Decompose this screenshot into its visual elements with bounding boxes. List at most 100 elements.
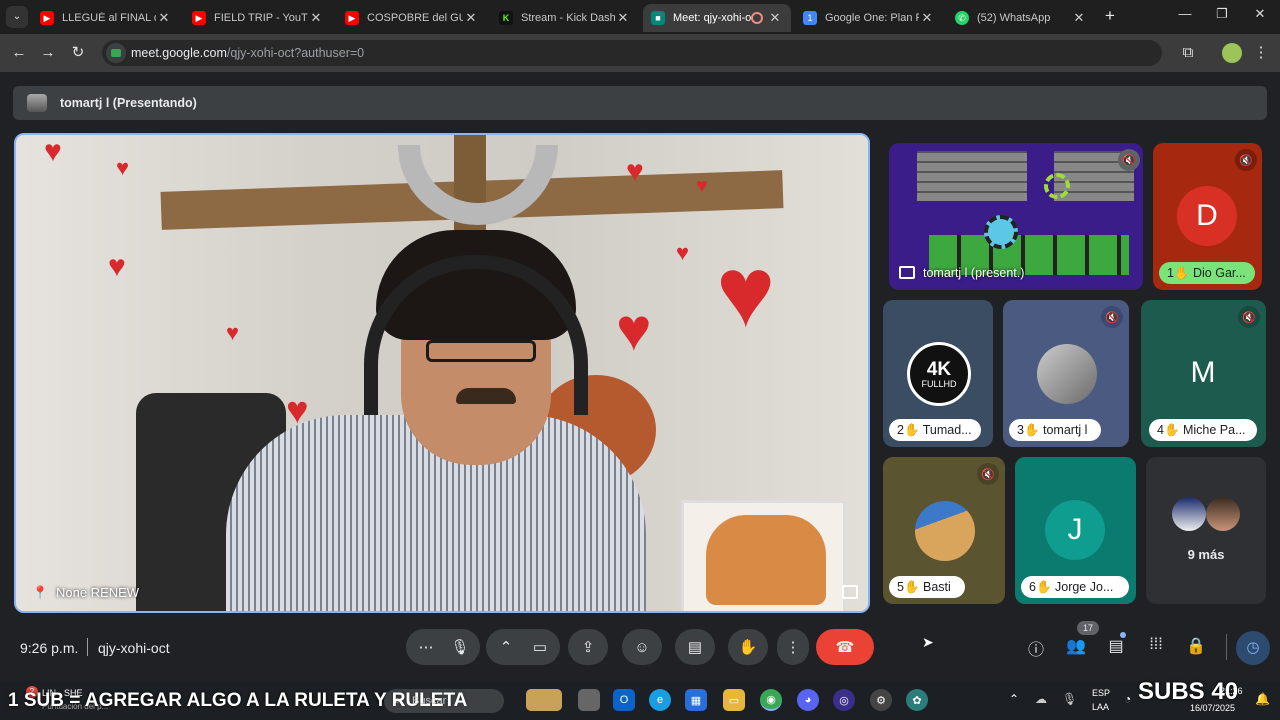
new-tab-button[interactable]: + (1100, 6, 1120, 26)
close-icon[interactable]: ✕ (615, 10, 631, 26)
raise-hand-button[interactable]: ✋ (728, 629, 768, 665)
maximize-button[interactable]: ❐ (1207, 6, 1237, 28)
timer-icon[interactable]: ◷ (1236, 631, 1270, 665)
tray-app-icon[interactable]: ☁ (1035, 692, 1047, 706)
heart-decoration: ♥ (286, 390, 309, 432)
meeting-info-icon[interactable]: ⓘ (1023, 636, 1049, 660)
participant-name: 1✋ Dio Gar... (1159, 262, 1255, 284)
chat-icon[interactable]: ▤ (1103, 636, 1129, 660)
participant-name: 5✋ Basti (889, 576, 965, 598)
captions-button[interactable]: ▤ (675, 629, 715, 665)
window-close-button[interactable]: ✕ (1245, 6, 1275, 28)
app-icon[interactable]: ⚙ (870, 689, 892, 711)
main-participant-name: None RENEW (56, 585, 140, 600)
participant-tile-jorge[interactable]: J 6✋ Jorge Jo... (1015, 457, 1136, 604)
game-saw (984, 215, 1018, 249)
participant-name: 4✋ Miche Pa... (1149, 419, 1257, 441)
profile-avatar[interactable] (1222, 43, 1242, 63)
activities-icon[interactable]: ⁞⁞⁞ (1143, 636, 1169, 660)
outlook-icon[interactable]: O (613, 689, 635, 711)
chrome-icon[interactable]: ◉ (760, 689, 782, 711)
tab-google-one[interactable]: 1 Google One: Plan Pre ✕ (795, 4, 943, 32)
tray-chevron-icon[interactable]: ⌃ (1009, 692, 1019, 706)
avatar-doge (915, 501, 975, 561)
participant-tile-miche[interactable]: 🔇 M 4✋ Miche Pa... (1141, 300, 1266, 447)
present-screen-button[interactable]: ⇪ (568, 629, 608, 665)
presentation-tile[interactable]: 🔇 tomartj l (present.) (889, 143, 1143, 290)
notification-bell-icon[interactable]: 🔔 (1255, 692, 1270, 706)
discord-icon[interactable]: ◕ (797, 689, 819, 711)
close-icon[interactable]: ✕ (919, 10, 935, 26)
task-view-icon[interactable] (578, 689, 600, 711)
pin-icon[interactable]: 📍 (32, 585, 48, 601)
language-top[interactable]: ESP (1092, 688, 1110, 698)
address-bar[interactable]: meet.google.com/qjy-xohi-oct?authuser=0 (102, 40, 1162, 66)
widgets-icon[interactable] (526, 689, 562, 711)
obs-icon[interactable]: ◎ (833, 689, 855, 711)
chat-notification-dot (1120, 632, 1126, 638)
close-icon[interactable]: ✕ (463, 10, 479, 26)
recording-icon (751, 12, 763, 24)
meet-icon (111, 49, 121, 57)
people-icon[interactable]: 👥 (1063, 636, 1089, 660)
tab-whatsapp[interactable]: ✆ (52) WhatsApp ✕ (947, 4, 1095, 32)
heart-decoration: ♥ (616, 296, 652, 363)
muted-mic-icon: 🔇 (1101, 306, 1123, 328)
store-icon[interactable]: ▦ (685, 689, 707, 711)
host-controls-icon[interactable]: 🔒 (1183, 636, 1209, 660)
avatar-small (1206, 497, 1240, 531)
heart-decoration: ♥ (226, 320, 240, 345)
muted-mic-icon: 🔇 (977, 463, 999, 485)
participant-tile-dio[interactable]: 🔇 D 1✋ Dio Gar... (1153, 143, 1262, 290)
avatar-4k-logo: 4K FULLHD (907, 342, 971, 406)
browser-tab-strip: ⌄ ▶ LLEGUÉ al FINAL de ✕ ▶ FIELD TRIP - … (0, 0, 1280, 34)
main-video-tile[interactable]: ♥ ♥ ♥ ♥ ♥ ♥ ♥ ♥ ♥ ♥ 📍 None RENEW (14, 133, 870, 613)
tab-field-trip[interactable]: ▶ FIELD TRIP - YouTube ✕ (184, 4, 332, 32)
camera-button[interactable]: ▭ (520, 629, 560, 665)
tab-meet[interactable]: ■ Meet: qjy-xohi-oct ✕ (643, 4, 791, 32)
participant-tile-tomartj[interactable]: 🔇 3✋ tomartj l (1003, 300, 1129, 447)
participant-tile-tumad[interactable]: 4K FULLHD 2✋ Tumad... (883, 300, 993, 447)
participant-name: 6✋ Jorge Jo... (1021, 576, 1129, 598)
forward-button[interactable]: → (37, 42, 59, 64)
meeting-code: qjy-xohi-oct (98, 640, 170, 656)
glasses (426, 340, 536, 362)
game-saw (1044, 173, 1070, 199)
tab-kick-dashboard[interactable]: K Stream - Kick Dashbo ✕ (491, 4, 639, 32)
leave-call-button[interactable]: ☎ (816, 629, 874, 665)
minimize-button[interactable]: — (1170, 6, 1200, 28)
whatsapp-icon: ✆ (955, 11, 969, 25)
taskbar-search[interactable]: ⌕ Buscar (384, 689, 504, 713)
participant-name: 3✋ tomartj l (1009, 419, 1101, 441)
heart-decoration: ♥ (44, 135, 62, 168)
presenter-avatar (27, 94, 47, 112)
participant-tile-basti[interactable]: 🔇 5✋ Basti (883, 457, 1005, 604)
reload-button[interactable]: ↻ (67, 42, 89, 64)
tray-mic-icon[interactable]: 🎙 (1062, 692, 1077, 706)
browser-menu-icon[interactable]: ⋮ (1250, 42, 1272, 64)
edge-icon[interactable]: e (649, 689, 671, 711)
wifi-icon[interactable]: ◔ (1124, 692, 1131, 706)
clock-date: 16/07/2025 (1190, 703, 1236, 713)
tab-cospobre[interactable]: ▶ COSPOBRE del GUER ✕ (337, 4, 487, 32)
extensions-icon[interactable]: ⧉ (1177, 42, 1199, 64)
expand-icon[interactable] (842, 585, 858, 599)
youtube-icon: ▶ (345, 11, 359, 25)
close-icon[interactable]: ✕ (767, 10, 783, 26)
presentation-label: tomartj l (present.) (923, 266, 1025, 280)
more-participants-tile[interactable]: 9 más (1146, 457, 1266, 604)
tab-search-button[interactable]: ⌄ (6, 6, 28, 28)
search-icon: ⌕ (394, 693, 401, 707)
tab-llegue[interactable]: ▶ LLEGUÉ al FINAL de ✕ (32, 4, 180, 32)
close-icon[interactable]: ✕ (308, 10, 324, 26)
language-bottom[interactable]: LAA (1092, 702, 1109, 712)
back-button[interactable]: ← (8, 42, 30, 64)
microphone-button[interactable]: 🎙 (440, 629, 480, 665)
close-icon[interactable]: ✕ (156, 10, 172, 26)
app-icon[interactable]: ✿ (906, 689, 928, 711)
meet-icon: ■ (651, 11, 665, 25)
reactions-button[interactable]: ☺ (622, 629, 662, 665)
close-icon[interactable]: ✕ (1071, 10, 1087, 26)
file-explorer-icon[interactable]: ▭ (723, 689, 745, 711)
more-options-button[interactable]: ⋮ (777, 629, 809, 665)
